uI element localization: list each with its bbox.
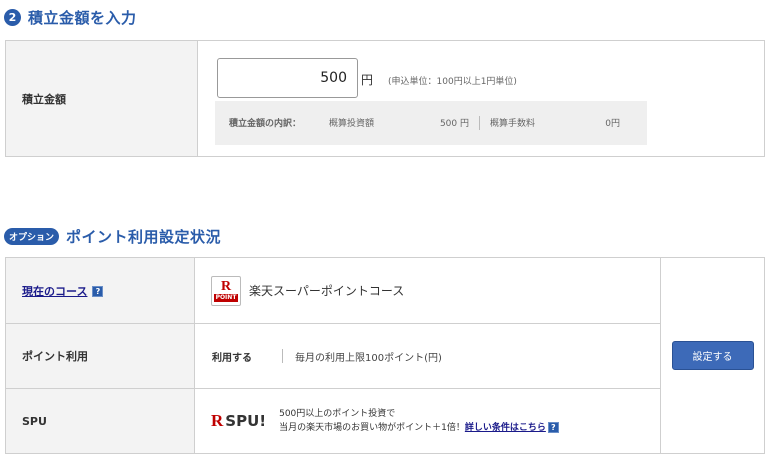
spu-line-2-text: 当月の楽天市場のお買い物がポイント＋1倍！: [279, 423, 465, 433]
point-mark: POINT: [213, 293, 239, 302]
currency-label: 円: [361, 72, 374, 87]
use-row-label: ポイント利用: [5, 323, 195, 389]
settings-button[interactable]: 設定する: [671, 341, 754, 370]
fee-value: 0円: [605, 119, 620, 129]
unit-note: (申込単位：100円以上1円単位): [388, 76, 517, 87]
amount-row-label: 積立金額: [5, 40, 198, 157]
course-name: 楽天スーパーポイントコース: [249, 284, 405, 298]
spu-row-content: R SPU! 500円以上のポイント投資で 当月の楽天市場のお買い物がポイント＋…: [194, 388, 661, 454]
amount-breakdown: 積立金額の内訳： 概算投資額 500 円 概算手数料 0円: [215, 100, 647, 145]
spu-line-2: 当月の楽天市場のお買い物がポイント＋1倍！詳しい条件はこちら?: [279, 421, 559, 435]
fee-label: 概算手数料: [490, 119, 536, 129]
help-icon[interactable]: ?: [547, 422, 559, 433]
course-row-content: R POINT 楽天スーパーポイントコース: [194, 257, 661, 324]
spu-row-label: SPU: [5, 388, 195, 454]
rakuten-r-mark: R: [220, 278, 232, 294]
amount-row-content: 円 (申込単位：100円以上1円単位) 積立金額の内訳： 概算投資額 500 円…: [197, 40, 765, 157]
amount-table: 積立金額 円 (申込単位：100円以上1円単位) 積立金額の内訳： 概算投資額 …: [5, 40, 765, 157]
section-title-text: 積立金額を入力: [28, 9, 137, 27]
breakdown-label: 積立金額の内訳：: [229, 119, 302, 129]
spu-details-link[interactable]: 詳しい条件はこちら: [465, 423, 546, 433]
current-course-link[interactable]: 現在のコース: [22, 285, 87, 298]
use-limit: 毎月の利用上限100ポイント(円): [295, 352, 442, 364]
spu-logo-text: SPU!: [225, 412, 267, 430]
section-title-text: ポイント利用設定状況: [66, 228, 222, 246]
invest-value: 500 円: [439, 119, 469, 129]
invest-label: 概算投資額: [329, 119, 375, 129]
help-icon[interactable]: ?: [92, 286, 104, 297]
rakuten-point-logo: R POINT: [211, 275, 241, 306]
spu-logo: R SPU!: [211, 411, 266, 431]
step-number-badge: 2: [4, 9, 21, 26]
spu-line-1: 500円以上のポイント投資で: [279, 409, 396, 419]
section-title-points: オプション ポイント利用設定状況: [4, 226, 221, 247]
use-status: 利用する: [212, 352, 252, 364]
use-divider: [282, 349, 283, 363]
points-table: 現在のコース? R POINT 楽天スーパーポイントコース 設定する ポイント利…: [5, 257, 765, 454]
amount-input[interactable]: [217, 57, 358, 98]
course-row-label: 現在のコース?: [5, 257, 195, 324]
rakuten-r-mark: R: [211, 411, 224, 430]
spu-description: 500円以上のポイント投資で 当月の楽天市場のお買い物がポイント＋1倍！詳しい条…: [279, 407, 559, 435]
option-badge: オプション: [4, 228, 60, 245]
breakdown-divider: [479, 115, 480, 130]
settings-cell: 設定する: [660, 257, 765, 454]
section-title-amount: 2 積立金額を入力: [4, 7, 137, 28]
use-row-content: 利用する 毎月の利用上限100ポイント(円): [194, 323, 661, 389]
